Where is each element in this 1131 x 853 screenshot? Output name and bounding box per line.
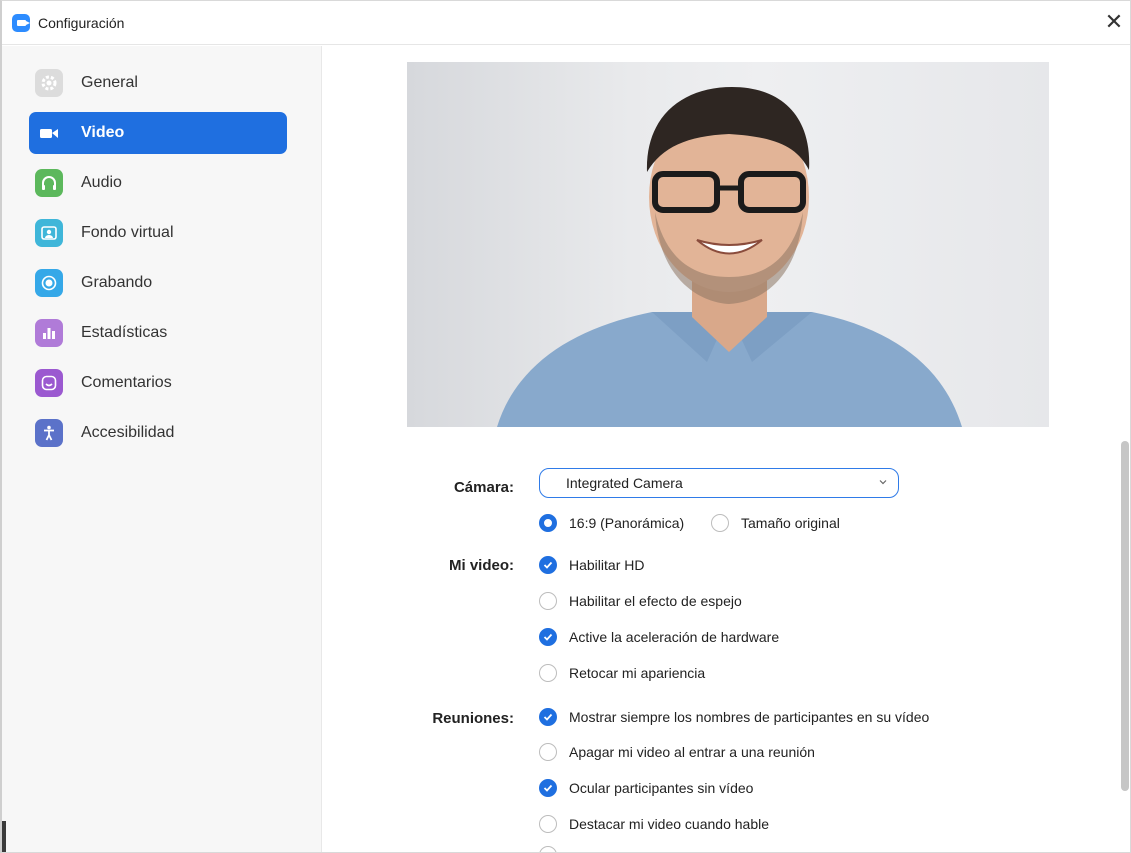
sidebar-item-accessibility[interactable]: Accesibilidad bbox=[29, 412, 287, 454]
sidebar-item-video[interactable]: Video bbox=[29, 112, 287, 154]
always-show-names-label: Mostrar siempre los nombres de participa… bbox=[569, 709, 930, 725]
enable-hd-label: Habilitar HD bbox=[569, 557, 645, 573]
sidebar-item-label: Estadísticas bbox=[81, 324, 168, 341]
checkbox-checked-icon[interactable] bbox=[539, 708, 557, 726]
checkbox-checked-icon[interactable] bbox=[539, 556, 557, 574]
person-portrait-icon bbox=[35, 219, 63, 247]
smile-icon bbox=[35, 369, 63, 397]
sidebar-item-statistics[interactable]: Estadísticas bbox=[29, 312, 287, 354]
spotlight-video-label: Destacar mi video cuando hable bbox=[569, 816, 770, 832]
video-camera-icon bbox=[35, 119, 63, 147]
turn-off-video-label: Apagar mi video al entrar a una reunión bbox=[569, 744, 815, 760]
aspect-16-9-label: 16:9 (Panorámica) bbox=[569, 515, 685, 531]
mirror-effect-label: Habilitar el efecto de espejo bbox=[569, 593, 742, 609]
vertical-scrollbar[interactable] bbox=[1121, 441, 1129, 791]
sidebar-item-label: Grabando bbox=[81, 274, 153, 291]
title-bar: Configuración ✕ bbox=[2, 1, 1130, 45]
aspect-16-9-radio[interactable]: 16:9 (Panorámica) bbox=[539, 511, 684, 535]
touch-up-checkbox[interactable]: Retocar mi apariencia bbox=[539, 661, 705, 685]
sidebar-item-label: Video bbox=[81, 124, 125, 141]
radio-on-icon[interactable] bbox=[539, 514, 557, 532]
meetings-label: Reuniones: bbox=[432, 710, 514, 727]
aspect-original-label: Tamaño original bbox=[741, 515, 840, 531]
checkbox-checked-icon[interactable] bbox=[539, 628, 557, 646]
checkbox-unchecked-icon[interactable] bbox=[539, 592, 557, 610]
sidebar-item-general[interactable]: General bbox=[29, 62, 287, 104]
window-title: Configuración bbox=[38, 14, 125, 31]
camera-select[interactable]: Integrated Camera bbox=[539, 468, 899, 498]
accessibility-icon bbox=[35, 419, 63, 447]
zoom-app-icon bbox=[12, 13, 30, 32]
hardware-acceleration-checkbox[interactable]: Active la aceleración de hardware bbox=[539, 625, 779, 649]
bar-chart-icon bbox=[35, 319, 63, 347]
sidebar-item-label: Comentarios bbox=[81, 374, 172, 391]
sidebar-item-label: Audio bbox=[81, 174, 122, 191]
person-silhouette bbox=[497, 87, 962, 427]
window-edge bbox=[2, 821, 6, 852]
settings-window: Configuración ✕ General Video Audio Fond… bbox=[0, 0, 1131, 853]
checkbox-unchecked-icon[interactable] bbox=[539, 664, 557, 682]
gear-icon bbox=[35, 69, 63, 97]
enable-hd-checkbox[interactable]: Habilitar HD bbox=[539, 553, 644, 577]
hide-non-video-checkbox[interactable]: Ocular participantes sin vídeo bbox=[539, 776, 753, 800]
radio-off-icon[interactable] bbox=[711, 514, 729, 532]
chevron-down-icon bbox=[879, 480, 887, 485]
sidebar-item-feedback[interactable]: Comentarios bbox=[29, 362, 287, 404]
sidebar-item-label: Fondo virtual bbox=[81, 224, 174, 241]
checkbox-unchecked-icon[interactable] bbox=[539, 743, 557, 761]
sidebar: General Video Audio Fondo virtual Graban… bbox=[2, 46, 322, 852]
checkbox-checked-icon[interactable] bbox=[539, 779, 557, 797]
sidebar-item-audio[interactable]: Audio bbox=[29, 162, 287, 204]
turn-off-video-checkbox[interactable]: Apagar mi video al entrar a una reunión bbox=[539, 740, 815, 764]
camera-label: Cámara: bbox=[453, 479, 514, 496]
my-video-label: Mi video: bbox=[448, 557, 514, 574]
aspect-original-radio[interactable]: Tamaño original bbox=[711, 511, 840, 535]
sidebar-item-label: General bbox=[81, 74, 138, 91]
partially-visible-row bbox=[539, 846, 1009, 852]
camera-preview bbox=[407, 62, 1049, 427]
sidebar-item-recording[interactable]: Grabando bbox=[29, 262, 287, 304]
hide-non-video-label: Ocular participantes sin vídeo bbox=[569, 780, 754, 796]
checkbox-unchecked-icon[interactable] bbox=[539, 846, 557, 852]
headphones-icon bbox=[35, 169, 63, 197]
checkbox-unchecked-icon[interactable] bbox=[539, 815, 557, 833]
sidebar-item-virtual-background[interactable]: Fondo virtual bbox=[29, 212, 287, 254]
hardware-acceleration-label: Active la aceleración de hardware bbox=[569, 629, 780, 645]
mirror-effect-checkbox[interactable]: Habilitar el efecto de espejo bbox=[539, 589, 742, 613]
record-icon bbox=[35, 269, 63, 297]
touch-up-label: Retocar mi apariencia bbox=[569, 665, 706, 681]
sidebar-item-label: Accesibilidad bbox=[81, 424, 175, 441]
always-show-names-checkbox[interactable]: Mostrar siempre los nombres de participa… bbox=[539, 705, 929, 729]
spotlight-video-checkbox[interactable]: Destacar mi video cuando hable bbox=[539, 812, 769, 836]
camera-select-value: Integrated Camera bbox=[566, 475, 683, 491]
close-icon[interactable]: ✕ bbox=[1101, 10, 1127, 36]
